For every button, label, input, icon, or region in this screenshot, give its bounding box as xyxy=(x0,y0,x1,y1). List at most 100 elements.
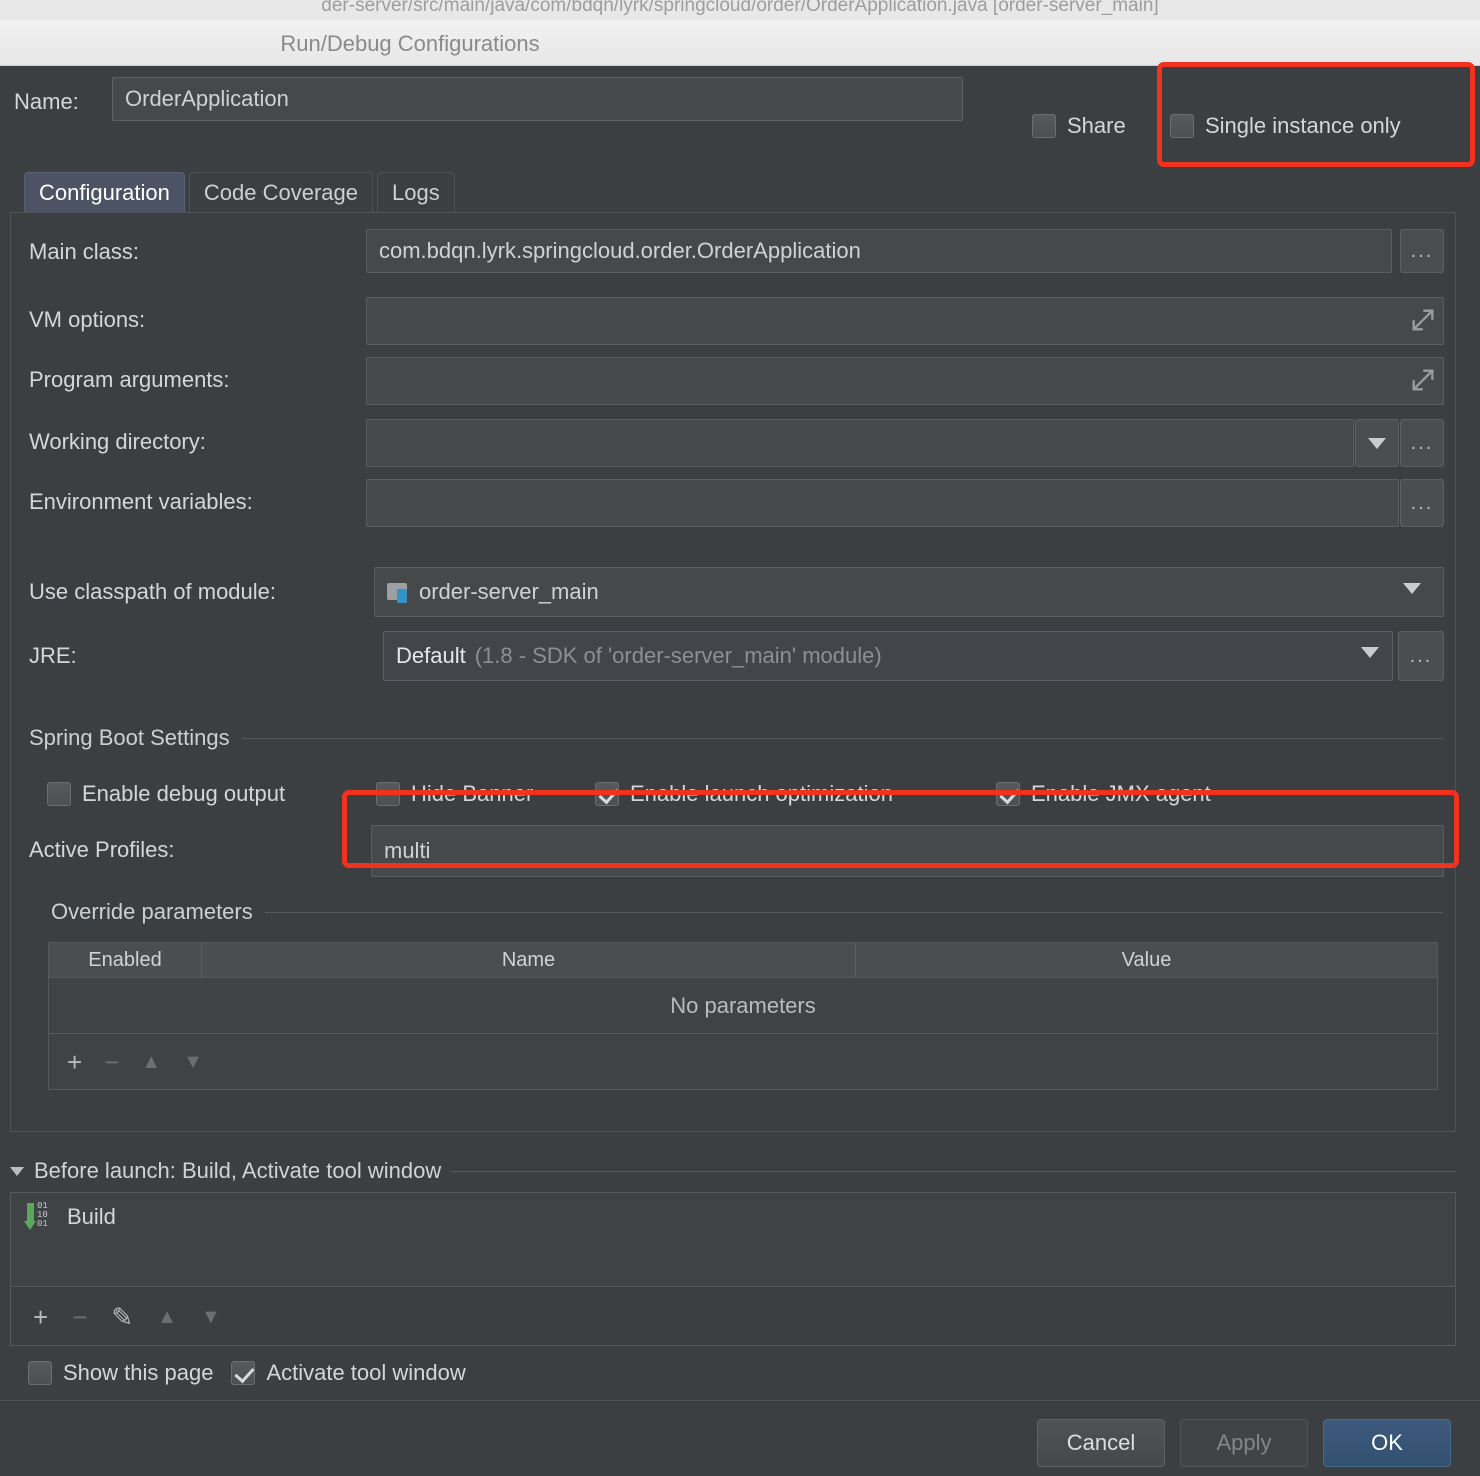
override-parameters-table: Enabled Name Value No parameters + − ▲ ▼ xyxy=(48,942,1438,1090)
environment-variables-label: Environment variables: xyxy=(29,489,253,515)
tab-logs[interactable]: Logs xyxy=(377,172,455,212)
move-up-icon[interactable]: ▲ xyxy=(141,1052,161,1072)
cancel-button[interactable]: Cancel xyxy=(1037,1419,1165,1467)
working-directory-browse-button[interactable]: ... xyxy=(1400,419,1444,467)
dialog-title-bar: Run/Debug Configurations xyxy=(0,20,1480,66)
enable-debug-output-checkbox[interactable] xyxy=(47,782,71,806)
main-class-label: Main class: xyxy=(29,239,139,265)
bottom-checkbox-row: Show this page Activate tool window xyxy=(28,1360,466,1386)
single-instance-checkbox[interactable] xyxy=(1170,114,1194,138)
jre-browse-button[interactable]: ... xyxy=(1398,631,1444,681)
override-parameters-group: Override parameters xyxy=(51,899,1443,925)
column-header-value[interactable]: Value xyxy=(856,943,1437,977)
working-directory-input[interactable] xyxy=(366,419,1354,467)
program-arguments-expand-icon[interactable] xyxy=(1409,366,1437,394)
vm-options-input[interactable] xyxy=(366,297,1444,345)
move-down-icon[interactable]: ▼ xyxy=(183,1052,203,1072)
enable-launch-optimization-row[interactable]: Enable launch optimization xyxy=(595,781,893,807)
classpath-module-label: Use classpath of module: xyxy=(29,579,276,605)
remove-icon[interactable]: − xyxy=(72,1304,87,1330)
add-icon[interactable]: + xyxy=(67,1049,82,1075)
spring-boot-settings-group: Spring Boot Settings xyxy=(29,725,1443,751)
chevron-down-icon xyxy=(1403,583,1421,594)
run-debug-configurations-dialog: Run/Debug Configurations Name: Share Sin… xyxy=(0,20,1480,1476)
activate-tool-window-row[interactable]: Activate tool window xyxy=(231,1360,465,1386)
jre-dropdown-arrow[interactable] xyxy=(1361,647,1379,658)
before-launch-header[interactable]: Before launch: Build, Activate tool wind… xyxy=(10,1158,1456,1184)
move-down-icon[interactable]: ▼ xyxy=(201,1307,221,1327)
ok-button[interactable]: OK xyxy=(1323,1419,1451,1467)
tab-code-coverage[interactable]: Code Coverage xyxy=(189,172,373,212)
show-this-page-row[interactable]: Show this page xyxy=(28,1360,213,1386)
classpath-module-value: order-server_main xyxy=(419,579,599,605)
column-header-enabled[interactable]: Enabled xyxy=(49,943,202,977)
group-divider xyxy=(242,738,1443,739)
remove-icon[interactable]: − xyxy=(104,1049,119,1075)
main-class-input[interactable]: com.bdqn.lyrk.springcloud.order.OrderApp… xyxy=(366,229,1392,273)
group-divider xyxy=(451,1171,1456,1172)
show-this-page-checkbox[interactable] xyxy=(28,1361,52,1385)
hide-banner-label: Hide Banner xyxy=(411,781,533,807)
apply-button[interactable]: Apply xyxy=(1180,1419,1308,1467)
enable-jmx-agent-label: Enable JMX agent xyxy=(1031,781,1211,807)
share-label: Share xyxy=(1067,113,1126,139)
edit-pencil-icon[interactable]: ✎ xyxy=(111,1304,133,1330)
working-directory-dropdown-button[interactable] xyxy=(1355,419,1399,467)
vm-options-label: VM options: xyxy=(29,307,145,333)
enable-launch-optimization-label: Enable launch optimization xyxy=(630,781,893,807)
before-launch-item-label: Build xyxy=(67,1204,116,1230)
single-instance-label: Single instance only xyxy=(1205,113,1401,139)
environment-variables-input[interactable] xyxy=(366,479,1399,527)
enable-launch-optimization-checkbox[interactable] xyxy=(595,782,619,806)
chevron-down-icon xyxy=(1368,438,1386,449)
column-header-name[interactable]: Name xyxy=(202,943,856,977)
ide-window-title-bar: der-server/src/main/java/com/bdqn/lyrk/s… xyxy=(0,0,1480,20)
environment-variables-browse-button[interactable]: ... xyxy=(1400,479,1444,527)
chevron-down-icon xyxy=(1361,647,1379,658)
dialog-footer: Cancel Apply OK xyxy=(0,1400,1480,1476)
override-parameters-toolbar: + − ▲ ▼ xyxy=(49,1033,1437,1089)
before-launch-item-build[interactable]: 011001 Build xyxy=(11,1193,1455,1241)
jre-value-detail: (1.8 - SDK of 'order-server_main' module… xyxy=(475,643,882,669)
before-launch-list[interactable]: 011001 Build xyxy=(10,1192,1456,1287)
before-launch-toolbar: + − ✎ ▲ ▼ xyxy=(10,1288,1456,1346)
program-arguments-input[interactable] xyxy=(366,357,1444,405)
active-profiles-input[interactable]: multi xyxy=(371,825,1444,877)
table-empty-message: No parameters xyxy=(49,977,1437,1033)
enable-debug-output-label: Enable debug output xyxy=(82,781,285,807)
hide-banner-row[interactable]: Hide Banner xyxy=(376,781,533,807)
active-profiles-label: Active Profiles: xyxy=(29,837,175,863)
build-icon: 011001 xyxy=(25,1203,55,1231)
before-launch-title: Before launch: Build, Activate tool wind… xyxy=(34,1158,441,1184)
single-instance-checkbox-row[interactable]: Single instance only xyxy=(1170,113,1401,139)
module-folder-icon xyxy=(387,581,411,603)
tab-configuration[interactable]: Configuration xyxy=(24,172,185,212)
collapse-triangle-icon[interactable] xyxy=(10,1167,24,1176)
name-input[interactable] xyxy=(112,77,963,121)
move-up-icon[interactable]: ▲ xyxy=(157,1307,177,1327)
jre-combobox[interactable]: Default (1.8 - SDK of 'order-server_main… xyxy=(383,631,1393,681)
name-label: Name: xyxy=(14,89,79,115)
jre-label: JRE: xyxy=(29,643,77,669)
vm-options-expand-icon[interactable] xyxy=(1409,306,1437,334)
jre-value: Default xyxy=(396,643,466,669)
ide-window-title: der-server/src/main/java/com/bdqn/lyrk/s… xyxy=(0,0,1480,17)
show-this-page-label: Show this page xyxy=(63,1360,213,1386)
hide-banner-checkbox[interactable] xyxy=(376,782,400,806)
classpath-module-dropdown-arrow[interactable] xyxy=(1403,583,1421,594)
spring-boot-settings-title: Spring Boot Settings xyxy=(29,725,230,751)
share-checkbox[interactable] xyxy=(1032,114,1056,138)
classpath-module-combobox[interactable]: order-server_main xyxy=(374,567,1444,617)
add-icon[interactable]: + xyxy=(33,1304,48,1330)
enable-jmx-agent-row[interactable]: Enable JMX agent xyxy=(996,781,1211,807)
activate-tool-window-checkbox[interactable] xyxy=(231,1361,255,1385)
table-header-row: Enabled Name Value xyxy=(49,943,1437,977)
group-divider xyxy=(265,912,1443,913)
enable-debug-output-row[interactable]: Enable debug output xyxy=(47,781,285,807)
working-directory-label: Working directory: xyxy=(29,429,206,455)
main-class-browse-button[interactable]: ... xyxy=(1400,229,1444,273)
share-checkbox-row[interactable]: Share xyxy=(1032,113,1126,139)
override-parameters-title: Override parameters xyxy=(51,899,253,925)
enable-jmx-agent-checkbox[interactable] xyxy=(996,782,1020,806)
program-arguments-label: Program arguments: xyxy=(29,367,230,393)
